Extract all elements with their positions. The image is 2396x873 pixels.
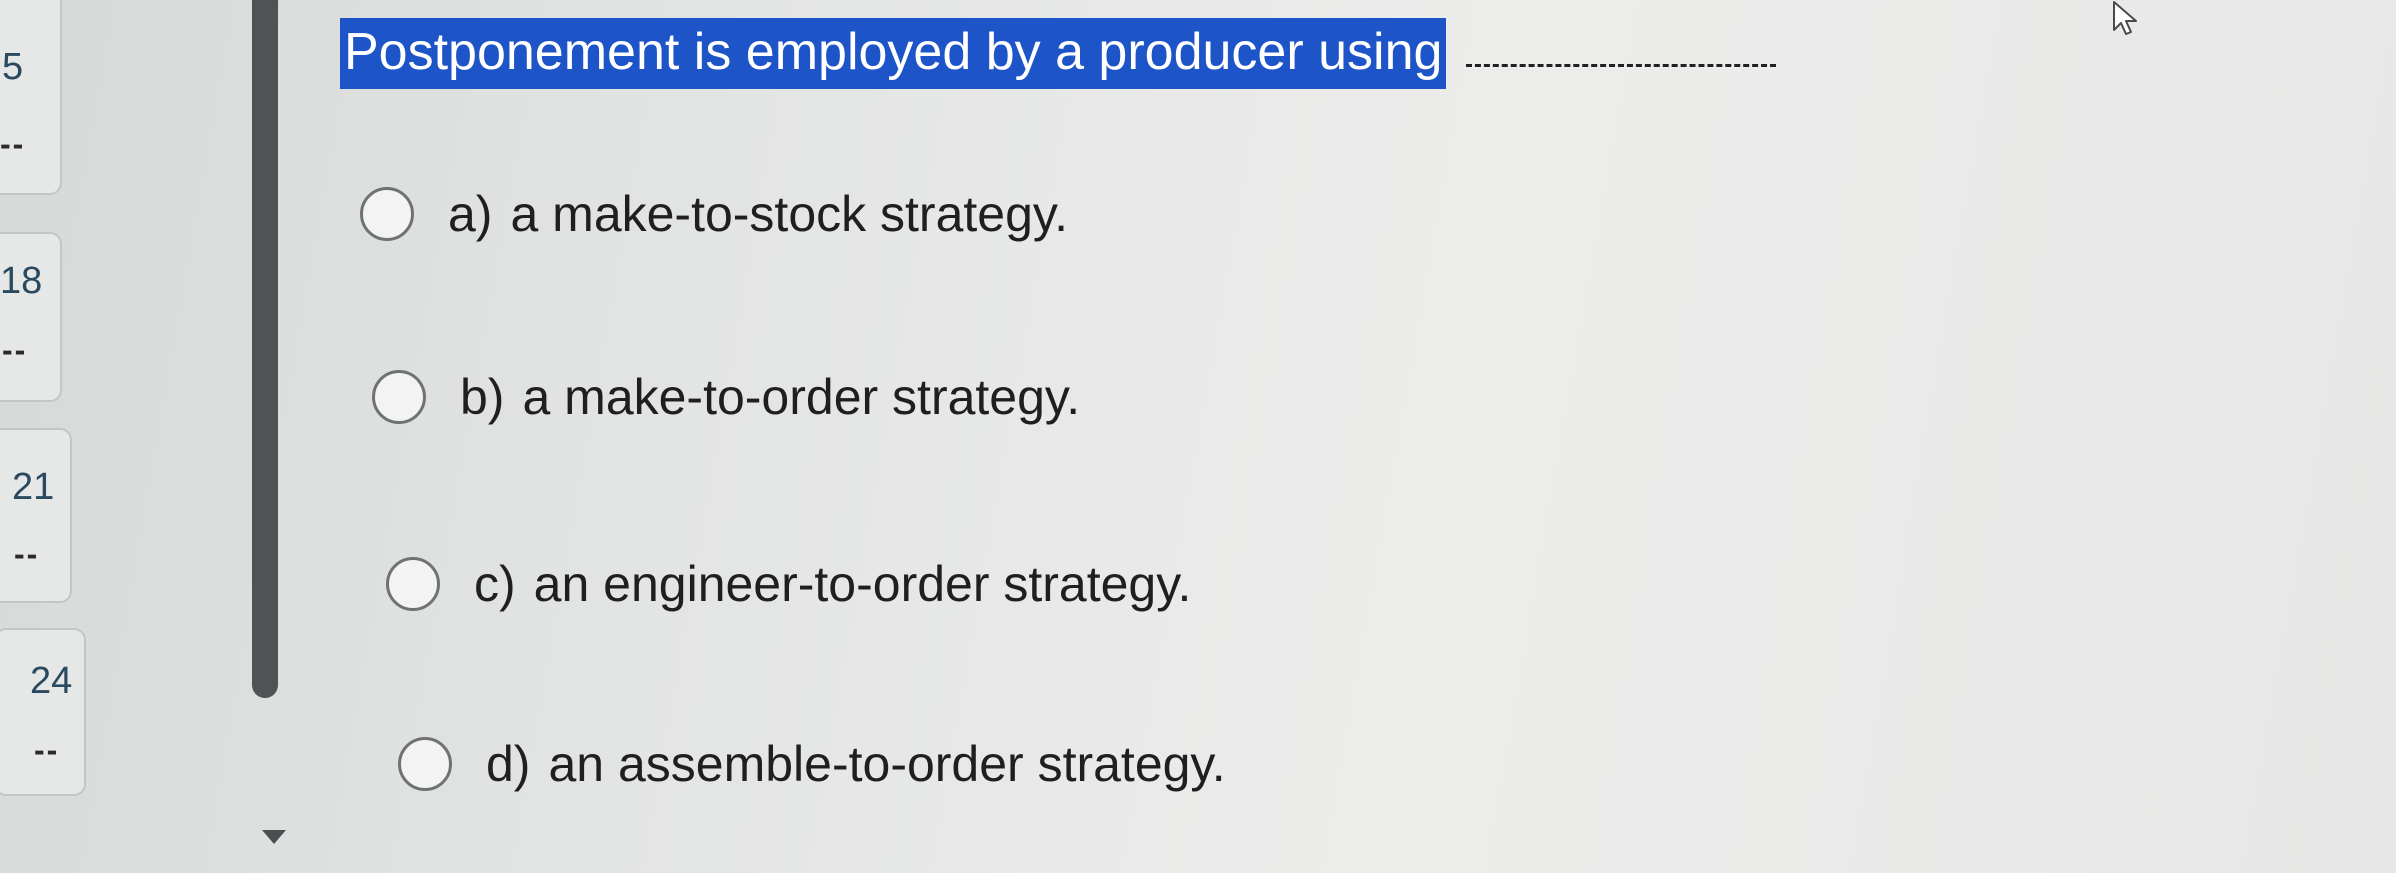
option-d[interactable]: d) an assemble-to-order strategy. [398, 735, 1226, 793]
nav-item-24[interactable] [0, 628, 86, 796]
option-text: an engineer-to-order strategy. [533, 556, 1192, 612]
radio-button-a[interactable] [360, 187, 414, 241]
option-letter: c) [474, 556, 516, 612]
nav-item-5[interactable] [0, 0, 62, 195]
question-text: Postponement is employed by a producer u… [340, 18, 1447, 90]
option-letter: d) [486, 736, 531, 792]
option-text: an assemble-to-order strategy. [548, 736, 1226, 792]
scroll-down-arrow-icon[interactable] [262, 830, 286, 844]
radio-button-d[interactable] [398, 737, 452, 791]
nav-item-number: 24 [30, 660, 73, 702]
radio-button-c[interactable] [386, 557, 440, 611]
nav-item-status: -- [2, 332, 28, 368]
option-b[interactable]: b) a make-to-order strategy. [372, 368, 1080, 426]
nav-item-status: -- [14, 536, 40, 572]
nav-item-18[interactable] [0, 232, 62, 402]
scrollbar-thumb[interactable] [252, 0, 278, 698]
answer-blank [1466, 64, 1777, 68]
option-text: a make-to-stock strategy. [510, 186, 1069, 242]
option-c[interactable]: c) an engineer-to-order strategy. [386, 555, 1191, 613]
nav-item-number: 5 [2, 46, 24, 88]
nav-item-status: -- [0, 126, 26, 162]
nav-item-number: 18 [0, 260, 43, 302]
option-a[interactable]: a) a make-to-stock strategy. [360, 185, 1068, 243]
nav-item-number: 21 [12, 466, 55, 508]
question-stem: Postponement is employed by a producer u… [340, 18, 1777, 90]
mouse-pointer-icon [2113, 1, 2137, 35]
nav-item-21[interactable] [0, 428, 72, 603]
nav-item-status: -- [34, 732, 60, 768]
radio-button-b[interactable] [372, 370, 426, 424]
option-letter: a) [448, 186, 493, 242]
option-letter: b) [460, 369, 505, 425]
option-text: a make-to-order strategy. [522, 369, 1081, 425]
